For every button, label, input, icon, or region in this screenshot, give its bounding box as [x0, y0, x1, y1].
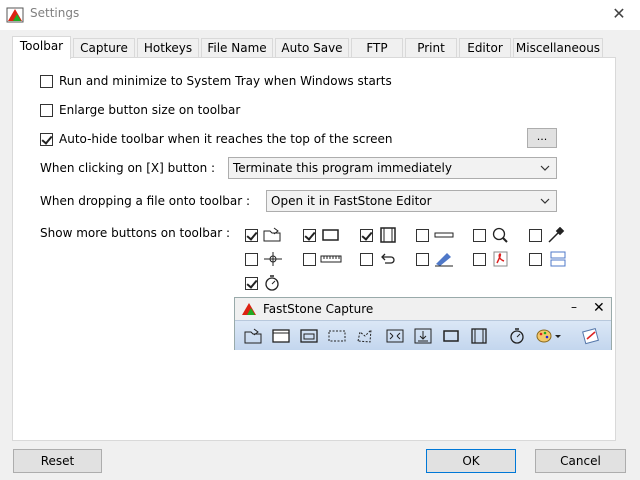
more-button-option[interactable]: [473, 226, 521, 244]
tab-toolbar[interactable]: Toolbar: [12, 36, 71, 59]
magnifier-icon: [492, 227, 508, 243]
timer-icon[interactable]: [507, 327, 527, 345]
tray-checkbox[interactable]: [40, 74, 53, 88]
autohide-label: Auto-hide toolbar when it reaches the to…: [59, 132, 393, 146]
blue-pen-icon: [435, 253, 453, 267]
tab-auto-save[interactable]: Auto Save: [275, 38, 349, 58]
tab-file-name[interactable]: File Name: [201, 38, 273, 58]
more-button-checkbox[interactable]: [360, 228, 373, 242]
autohide-settings-button[interactable]: ...: [527, 128, 557, 148]
tab-capture[interactable]: Capture: [73, 38, 135, 58]
capture-fullscreen-icon[interactable]: [385, 327, 405, 345]
video-capture-icon: [380, 227, 396, 243]
more-button-option[interactable]: [529, 226, 577, 244]
drop-action-dropdown[interactable]: Open it in FastStone Editor: [266, 190, 557, 212]
video-capture-icon[interactable]: [469, 327, 489, 345]
toolbar-preview-buttons: [235, 320, 611, 350]
capture-region-icon[interactable]: [327, 327, 347, 345]
settings-icon[interactable]: [581, 327, 601, 345]
region-capture-icon: [322, 229, 339, 241]
close-action-label: When clicking on [X] button :: [40, 161, 216, 175]
minimize-bar-icon: [434, 232, 454, 238]
chevron-down-icon: [540, 198, 550, 204]
capture-window-icon[interactable]: [271, 327, 291, 345]
reset-button[interactable]: Reset: [13, 449, 102, 473]
capture-scrolling-icon[interactable]: [413, 327, 433, 345]
close-action-dropdown[interactable]: Terminate this program immediately: [228, 157, 557, 179]
more-button-option[interactable]: [360, 250, 408, 268]
undo-arrow-icon: [381, 253, 395, 264]
drop-action-label: When dropping a file onto toolbar :: [40, 194, 251, 208]
drop-action-value: Open it in FastStone Editor: [271, 194, 432, 208]
enlarge-label: Enlarge button size on toolbar: [59, 103, 241, 117]
tab-miscellaneous[interactable]: Miscellaneous: [513, 38, 603, 58]
ok-button[interactable]: OK: [426, 449, 516, 473]
more-button-checkbox[interactable]: [245, 276, 258, 290]
more-button-checkbox[interactable]: [245, 228, 258, 242]
more-button-checkbox[interactable]: [360, 252, 373, 266]
capture-freehand-icon[interactable]: [355, 327, 375, 345]
cancel-button[interactable]: Cancel: [535, 449, 626, 473]
toolbar-preview-titlebar: FastStone Capture – ✕: [235, 298, 611, 320]
faststone-logo-icon: [6, 7, 24, 23]
crosshair-icon: [264, 252, 282, 266]
more-button-checkbox[interactable]: [529, 228, 542, 242]
tab-ftp[interactable]: FTP: [351, 38, 403, 58]
ruler-icon: [320, 255, 342, 263]
more-button-option[interactable]: [529, 250, 577, 268]
capture-fixed-region-icon[interactable]: [441, 327, 461, 345]
capture-object-icon[interactable]: [299, 327, 319, 345]
title-bar: Settings ✕: [0, 0, 640, 30]
chevron-down-icon: [540, 165, 550, 171]
faststone-logo-icon: [242, 303, 256, 315]
more-button-option[interactable]: [303, 250, 351, 268]
more-button-checkbox[interactable]: [245, 252, 258, 266]
more-button-option[interactable]: [416, 226, 464, 244]
timer-icon: [265, 275, 279, 291]
toolbar-preview: FastStone Capture – ✕: [234, 297, 612, 350]
compare-icon: [550, 251, 566, 267]
more-button-option[interactable]: [360, 226, 408, 244]
tab-hotkeys[interactable]: Hotkeys: [137, 38, 199, 58]
close-action-value: Terminate this program immediately: [233, 161, 452, 175]
more-button-option[interactable]: [245, 250, 293, 268]
toolbar-settings-panel: Run and minimize to System Tray when Win…: [12, 57, 616, 441]
more-button-option[interactable]: [473, 250, 521, 268]
toolbar-preview-title: FastStone Capture: [263, 302, 374, 316]
enlarge-checkbox[interactable]: [40, 103, 53, 117]
toolbar-preview-close-button[interactable]: ✕: [593, 300, 605, 316]
more-button-option[interactable]: [303, 226, 351, 244]
tab-editor[interactable]: Editor: [459, 38, 511, 58]
more-button-checkbox[interactable]: [473, 252, 486, 266]
more-button-checkbox[interactable]: [529, 252, 542, 266]
color-picker-icon: [548, 227, 565, 243]
toolbar-preview-minimize-button[interactable]: –: [571, 300, 577, 314]
window-title: Settings: [30, 6, 80, 20]
more-button-checkbox[interactable]: [303, 228, 316, 242]
autohide-option[interactable]: Auto-hide toolbar when it reaches the to…: [40, 130, 393, 148]
pdf-icon: [493, 251, 508, 267]
more-button-checkbox[interactable]: [473, 228, 486, 242]
more-buttons-label: Show more buttons on toolbar :: [40, 226, 230, 240]
tab-strip: Toolbar Capture Hotkeys File Name Auto S…: [12, 36, 604, 59]
output-destination-icon[interactable]: [535, 327, 563, 345]
tab-print[interactable]: Print: [405, 38, 457, 58]
open-folder-icon: [263, 227, 281, 242]
open-folder-icon[interactable]: [243, 327, 263, 345]
more-button-option[interactable]: [245, 226, 293, 244]
more-button-checkbox[interactable]: [303, 252, 316, 266]
more-button-checkbox[interactable]: [416, 252, 429, 266]
more-button-option[interactable]: [416, 250, 464, 268]
more-button-option[interactable]: [245, 274, 293, 292]
tray-label: Run and minimize to System Tray when Win…: [59, 74, 392, 88]
enlarge-option[interactable]: Enlarge button size on toolbar: [40, 101, 240, 119]
tray-option[interactable]: Run and minimize to System Tray when Win…: [40, 72, 392, 90]
more-button-checkbox[interactable]: [416, 228, 429, 242]
close-window-button[interactable]: ✕: [608, 3, 630, 25]
autohide-checkbox[interactable]: [40, 132, 53, 146]
